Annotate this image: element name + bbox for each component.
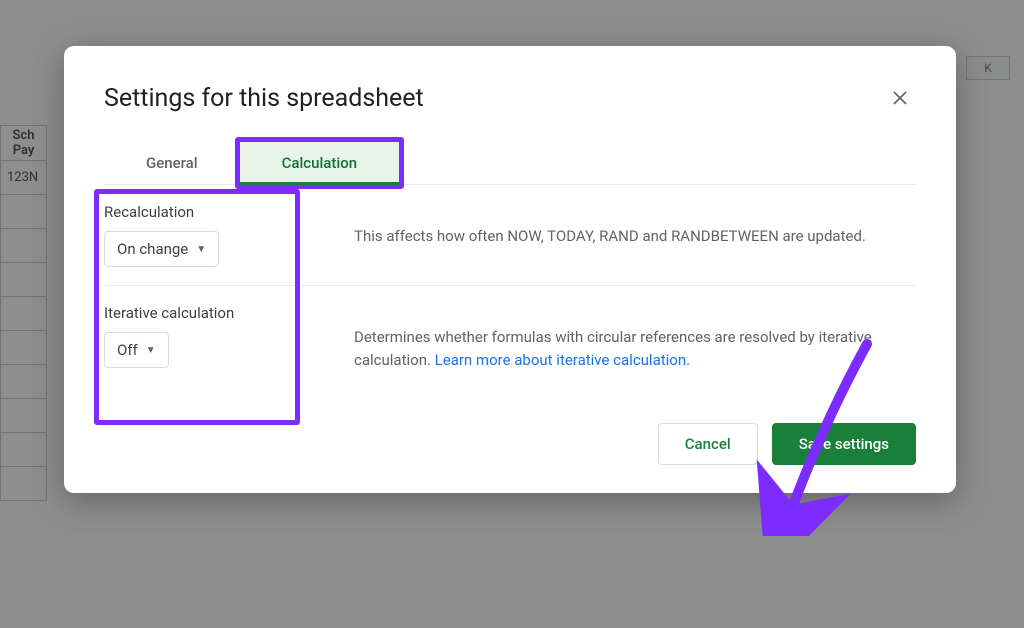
save-settings-button[interactable]: Save settings	[772, 423, 916, 465]
learn-more-link[interactable]: Learn more about iterative calculation.	[435, 351, 690, 369]
recalculation-description: This affects how often NOW, TODAY, RAND …	[354, 203, 916, 248]
iterative-label: Iterative calculation	[104, 304, 354, 322]
recalculation-row: Recalculation On change ▼ This affects h…	[104, 185, 916, 286]
recalculation-dropdown[interactable]: On change ▼	[104, 231, 219, 267]
settings-body: Recalculation On change ▼ This affects h…	[104, 185, 916, 391]
recalculation-control: Recalculation On change ▼	[104, 203, 354, 267]
dialog-footer: Cancel Save settings	[104, 391, 916, 465]
iterative-row: Iterative calculation Off ▼ Determines w…	[104, 286, 916, 391]
tab-general[interactable]: General	[104, 142, 240, 184]
iterative-dropdown[interactable]: Off ▼	[104, 332, 169, 368]
dialog-title: Settings for this spreadsheet	[104, 84, 424, 113]
iterative-value: Off	[117, 341, 138, 359]
iterative-description: Determines whether formulas with circula…	[354, 304, 916, 373]
cancel-button[interactable]: Cancel	[658, 423, 758, 465]
chevron-down-icon: ▼	[146, 345, 156, 356]
dialog-header: Settings for this spreadsheet	[104, 82, 916, 114]
recalculation-value: On change	[117, 240, 188, 258]
close-button[interactable]	[884, 82, 916, 114]
close-icon	[892, 90, 908, 106]
tab-bar: General Calculation	[104, 142, 916, 185]
tab-calculation[interactable]: Calculation	[235, 137, 404, 189]
chevron-down-icon: ▼	[196, 244, 206, 255]
iterative-control: Iterative calculation Off ▼	[104, 304, 354, 368]
recalculation-label: Recalculation	[104, 203, 354, 221]
settings-dialog: Settings for this spreadsheet General Ca…	[64, 46, 956, 493]
